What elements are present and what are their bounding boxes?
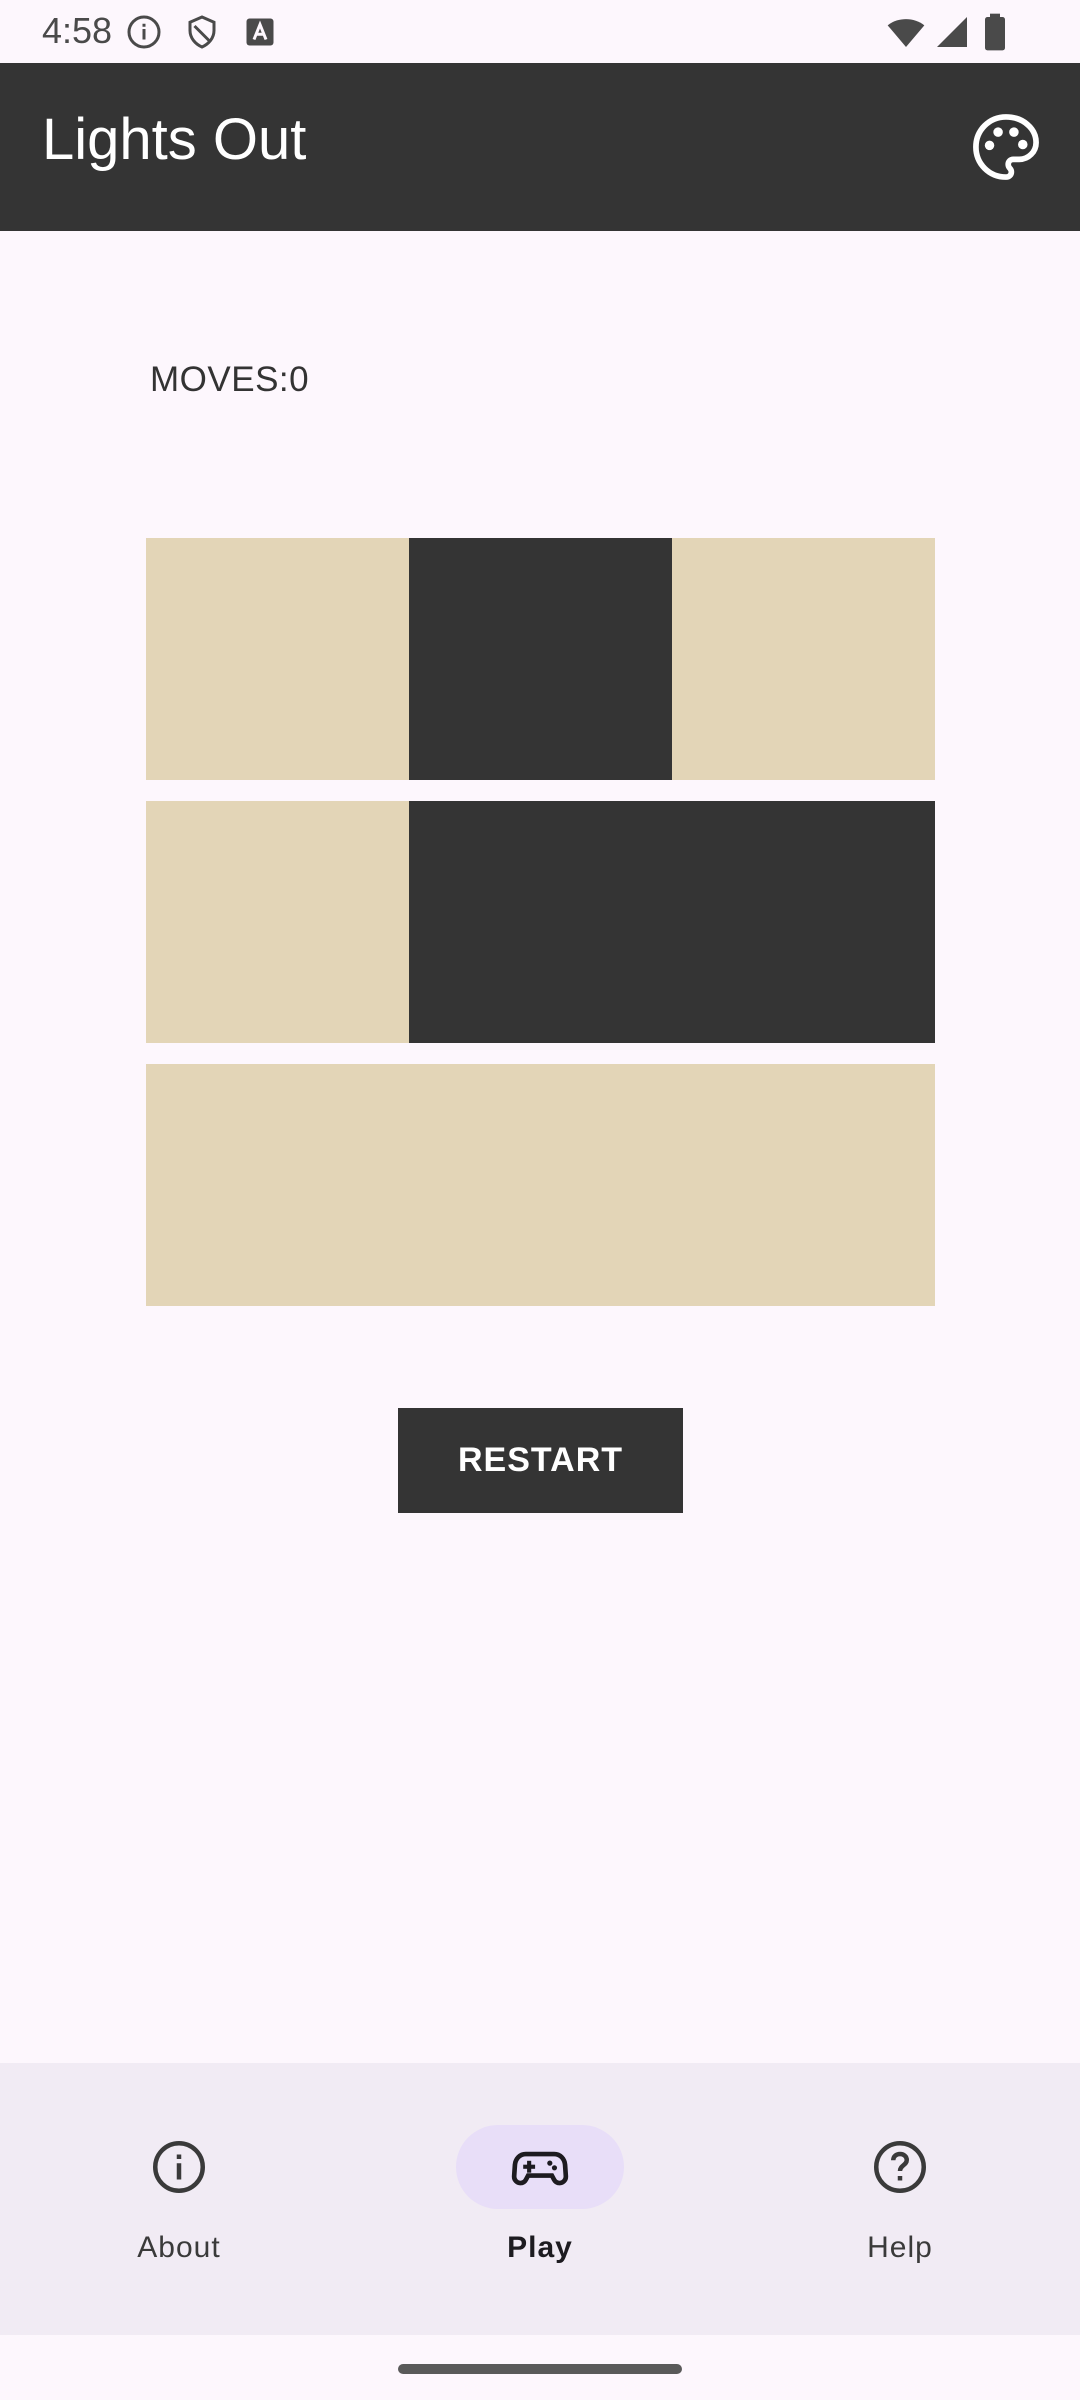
status-time: 4:58	[42, 10, 113, 51]
game-board	[146, 538, 935, 1327]
board-cell[interactable]	[146, 1064, 409, 1306]
board-row	[146, 538, 935, 780]
bottom-navigation: About Play Help	[0, 2063, 1080, 2335]
info-status-icon	[127, 15, 161, 49]
wifi-icon	[887, 19, 925, 47]
board-cell[interactable]	[409, 1064, 672, 1306]
shield-status-icon	[188, 15, 216, 49]
nav-pill	[95, 2125, 263, 2209]
help-icon	[874, 2141, 926, 2193]
screen: 4:58 Lights Out MOVES:0 RESTART About Pl…	[0, 0, 1080, 2400]
palette-icon	[973, 114, 1039, 180]
app-bar: Lights Out	[0, 63, 1080, 231]
battery-icon	[985, 13, 1005, 51]
app-title: Lights Out	[42, 107, 307, 172]
nav-pill-active	[456, 2125, 624, 2209]
cell-signal-icon	[937, 17, 967, 47]
nav-label-about: About	[137, 2231, 221, 2264]
board-cell[interactable]	[409, 801, 672, 1043]
nav-item-help[interactable]: Help	[780, 2093, 1020, 2293]
theme-palette-button[interactable]	[962, 103, 1050, 191]
nav-label-play: Play	[507, 2231, 573, 2264]
board-cell[interactable]	[672, 801, 935, 1043]
info-icon	[153, 2141, 205, 2193]
nav-item-play[interactable]: Play	[420, 2093, 660, 2293]
gesture-handle	[398, 2364, 682, 2374]
board-cell[interactable]	[409, 538, 672, 780]
moves-counter: MOVES:0	[150, 360, 310, 399]
board-cell[interactable]	[672, 1064, 935, 1306]
restart-button[interactable]: RESTART	[398, 1408, 683, 1513]
board-row	[146, 801, 935, 1043]
status-bar: 4:58	[0, 0, 1080, 63]
nav-pill	[816, 2125, 984, 2209]
font-status-icon	[246, 18, 274, 46]
nav-label-help: Help	[867, 2231, 933, 2264]
board-cell[interactable]	[672, 538, 935, 780]
board-row	[146, 1064, 935, 1306]
nav-item-about[interactable]: About	[59, 2093, 299, 2293]
gamepad-icon	[511, 2151, 569, 2186]
board-cell[interactable]	[146, 801, 409, 1043]
board-cell[interactable]	[146, 538, 409, 780]
